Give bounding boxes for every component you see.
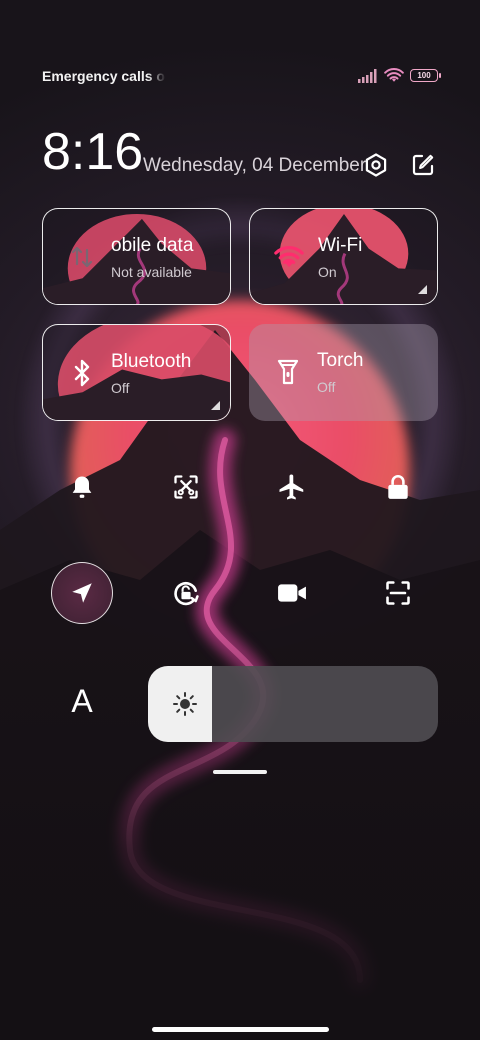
signal-bars-icon bbox=[358, 68, 377, 83]
battery-indicator: 100 bbox=[410, 69, 441, 82]
edit-button[interactable] bbox=[408, 150, 438, 180]
carrier-text: Emergency calls o bbox=[42, 68, 165, 84]
rotation-lock-icon bbox=[174, 582, 199, 606]
tile-mobile-data[interactable]: obile data Not available bbox=[42, 208, 231, 305]
status-bar: Emergency calls o 100 bbox=[42, 66, 441, 88]
time-row: 8:16 Wednesday, 04 December bbox=[42, 122, 438, 186]
toggle-screenshot[interactable] bbox=[155, 456, 217, 518]
brightness-slider[interactable] bbox=[148, 666, 438, 742]
tile-bluetooth[interactable]: Bluetooth Off bbox=[42, 324, 231, 421]
edit-icon bbox=[412, 154, 434, 176]
tile-status: Not available bbox=[111, 264, 192, 280]
toggle-location[interactable] bbox=[51, 562, 113, 624]
toggle-airplane[interactable] bbox=[261, 456, 323, 518]
drag-handle[interactable] bbox=[213, 770, 267, 774]
settings-button[interactable] bbox=[361, 150, 391, 180]
tile-wifi[interactable]: Wi-Fi On bbox=[249, 208, 438, 305]
toggle-rotation-lock[interactable] bbox=[155, 562, 217, 624]
mobile-data-icon bbox=[67, 242, 97, 272]
location-icon bbox=[72, 583, 92, 603]
tile-status: On bbox=[318, 264, 337, 280]
tile-label: obile data bbox=[111, 235, 194, 256]
tile-status: Off bbox=[111, 380, 130, 396]
flashlight-icon bbox=[273, 357, 303, 387]
toggle-ringer[interactable] bbox=[51, 456, 113, 518]
lock-icon bbox=[388, 475, 408, 499]
toggle-scanner[interactable] bbox=[367, 562, 429, 624]
expand-corner-icon bbox=[418, 285, 427, 294]
bluetooth-icon bbox=[67, 358, 97, 388]
tile-torch[interactable]: Torch Off bbox=[249, 324, 438, 421]
tile-label: Torch bbox=[317, 350, 364, 371]
sun-icon bbox=[173, 692, 197, 716]
tile-status: Off bbox=[317, 379, 336, 395]
airplane-icon bbox=[279, 474, 304, 500]
video-camera-icon bbox=[278, 584, 306, 602]
date: Wednesday, 04 December bbox=[143, 155, 367, 176]
settings-hexagon-icon bbox=[365, 153, 387, 177]
tile-label: Wi-Fi bbox=[318, 235, 363, 256]
scan-icon bbox=[386, 581, 410, 605]
expand-corner-icon bbox=[211, 401, 220, 410]
wifi-icon bbox=[384, 68, 404, 82]
screenshot-scissors-icon bbox=[174, 475, 198, 499]
wifi-icon bbox=[274, 242, 304, 272]
bell-icon bbox=[72, 476, 92, 498]
battery-level: 100 bbox=[417, 70, 431, 80]
home-indicator[interactable] bbox=[152, 1027, 329, 1032]
tile-label: Bluetooth bbox=[111, 351, 192, 372]
clock: 8:16 bbox=[42, 123, 144, 181]
auto-brightness-button[interactable]: A bbox=[62, 683, 102, 720]
status-icons: 100 bbox=[358, 68, 441, 83]
toggle-lock-screen[interactable] bbox=[367, 456, 429, 518]
toggle-screen-record[interactable] bbox=[261, 562, 323, 624]
